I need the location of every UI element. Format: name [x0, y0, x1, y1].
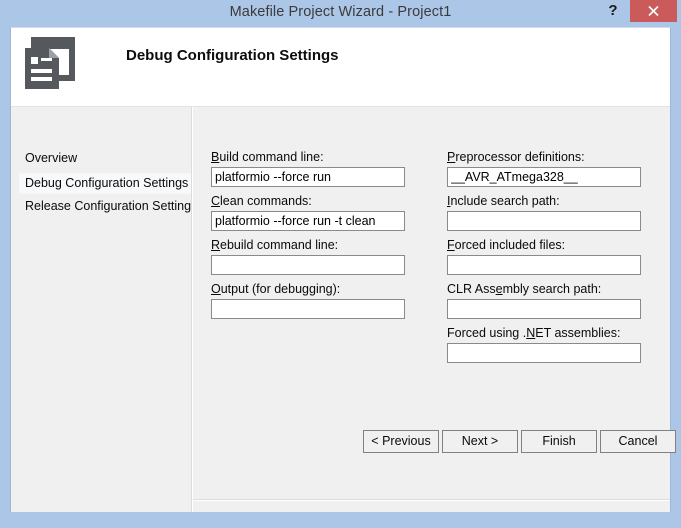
field-rebuild-command-line: Rebuild command line:: [211, 238, 405, 275]
accesskey-o: O: [211, 282, 221, 296]
sidebar-item-release-configuration-settings[interactable]: Release Configuration Settings: [20, 197, 202, 216]
label-output-for-debugging: Output (for debugging):: [211, 282, 341, 296]
dialog-body: Debug Configuration Settings Overview De…: [10, 27, 676, 512]
previous-button[interactable]: < Previous: [363, 430, 439, 453]
wizard-footer: < Previous Next > Finish Cancel: [11, 422, 676, 512]
document-page-icon: [25, 37, 75, 89]
field-forced-included-files: Forced included files:: [447, 238, 641, 275]
output-for-debugging-input[interactable]: [211, 299, 405, 319]
close-button[interactable]: [630, 0, 677, 22]
include-search-path-input[interactable]: [447, 211, 641, 231]
label-include-search-path: Include search path:: [447, 194, 560, 208]
label-rebuild-command-line: Rebuild command line:: [211, 238, 339, 252]
label-clr-assembly-search-path: CLR Assembly search path:: [447, 282, 602, 296]
forced-included-files-input[interactable]: [447, 255, 641, 275]
field-preprocessor-definitions: Preprocessor definitions:: [447, 150, 641, 187]
clean-commands-input[interactable]: [211, 211, 405, 231]
label-build-command-line: Build command line:: [211, 150, 324, 164]
sidebar-item-debug-configuration-settings[interactable]: Debug Configuration Settings: [20, 174, 194, 193]
field-output-for-debugging: Output (for debugging):: [211, 282, 405, 319]
label-clean-commands: Clean commands:: [211, 194, 312, 208]
sidebar-item-overview[interactable]: Overview: [20, 149, 82, 168]
forced-using-net-assemblies-input[interactable]: [447, 343, 641, 363]
accesskey-n: N: [526, 326, 536, 340]
cancel-button[interactable]: Cancel: [600, 430, 676, 453]
finish-button[interactable]: Finish: [521, 430, 597, 453]
accesskey-f: F: [447, 238, 455, 252]
clr-assembly-search-path-input[interactable]: [447, 299, 641, 319]
label-forced-included-files: Forced included files:: [447, 238, 566, 252]
title-bar: Makefile Project Wizard - Project1 ?: [0, 0, 681, 27]
accesskey-r: R: [211, 238, 221, 252]
close-icon: [648, 5, 659, 17]
accesskey-e: e: [495, 282, 503, 296]
field-forced-using-net-assemblies: Forced using .NET assemblies:: [447, 326, 641, 363]
help-button[interactable]: ?: [600, 0, 626, 22]
field-build-command-line: Build command line:: [211, 150, 405, 187]
field-clr-assembly-search-path: CLR Assembly search path:: [447, 282, 641, 319]
preprocessor-definitions-input[interactable]: [447, 167, 641, 187]
build-command-line-input[interactable]: [211, 167, 405, 187]
label-preprocessor-definitions: Preprocessor definitions:: [447, 150, 585, 164]
page-title: Debug Configuration Settings: [126, 47, 339, 64]
label-forced-using-net-assemblies: Forced using .NET assemblies:: [447, 326, 621, 340]
field-include-search-path: Include search path:: [447, 194, 641, 231]
accesskey-c: C: [211, 194, 221, 208]
rebuild-command-line-input[interactable]: [211, 255, 405, 275]
header-banner: Debug Configuration Settings: [11, 28, 670, 107]
field-clean-commands: Clean commands:: [211, 194, 405, 231]
window-title: Makefile Project Wizard - Project1: [229, 4, 452, 20]
next-button[interactable]: Next >: [442, 430, 518, 453]
wizard-window: Makefile Project Wizard - Project1 ? Deb…: [0, 0, 681, 528]
